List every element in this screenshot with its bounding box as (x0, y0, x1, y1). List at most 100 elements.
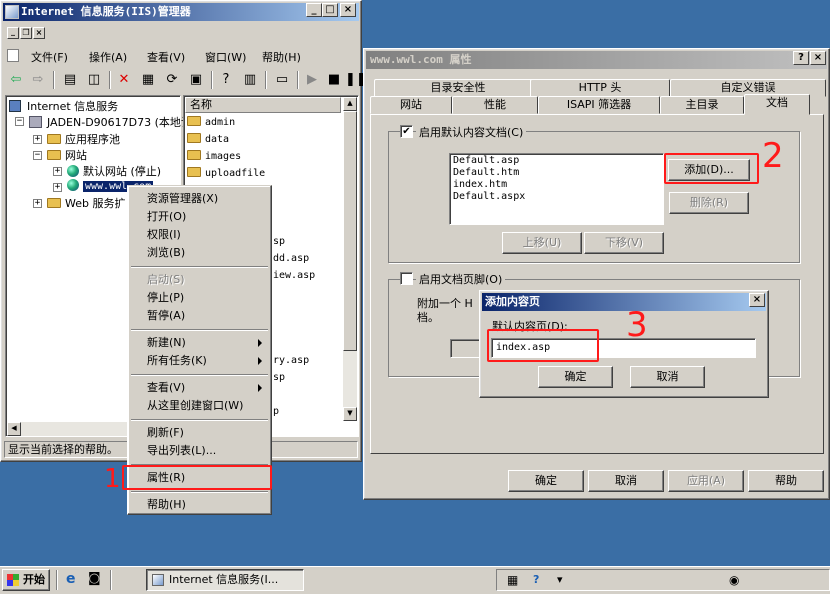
maximize-button[interactable]: □ (322, 3, 338, 17)
list-vscrollbar[interactable]: ▲ ▼ (343, 97, 357, 421)
default-doc-item[interactable]: Default.htm (453, 167, 519, 178)
list-item-partial[interactable]: p (273, 406, 279, 417)
up-folder-icon[interactable]: ▤ (61, 71, 79, 89)
add-dialog-close-button[interactable]: × (749, 293, 765, 307)
menu-item-new-window[interactable]: 从这里创建窗口(W) (131, 397, 268, 415)
menu-item-all-tasks[interactable]: 所有任务(K) (131, 352, 268, 370)
list-item[interactable]: uploadfile (187, 166, 265, 179)
tab-http-headers[interactable]: HTTP 头 (530, 79, 670, 97)
tree-default-site[interactable]: 默认网站 (停止) (67, 163, 161, 179)
tree-collapse-toggle[interactable]: − (33, 151, 42, 160)
tree-web-ext[interactable]: Web 服务扩 (47, 195, 125, 211)
mdi-restore-button[interactable]: ❐ (20, 27, 32, 39)
show-tree-icon[interactable]: ◫ (85, 71, 103, 89)
tab-isapi-filters[interactable]: ISAPI 筛选器 (538, 96, 660, 114)
menu-item-new[interactable]: 新建(N) (131, 334, 268, 352)
scroll-thumb[interactable] (343, 111, 357, 351)
move-down-button[interactable]: 下移(V) (584, 232, 664, 254)
default-doc-item[interactable]: index.htm (453, 179, 507, 190)
menu-item-export-list[interactable]: 导出列表(L)... (131, 442, 268, 460)
tab-documents[interactable]: 文档 (744, 94, 810, 115)
dialog-close-button[interactable]: × (810, 51, 826, 65)
tree-app-pools[interactable]: 应用程序池 (47, 131, 120, 147)
delete-icon[interactable]: ✕ (115, 71, 133, 89)
ie-quicklaunch-icon[interactable]: e (66, 570, 82, 590)
menu-item-permissions[interactable]: 权限(I) (131, 226, 268, 244)
help-icon[interactable]: ? (217, 71, 235, 89)
scroll-up-button[interactable]: ▲ (343, 97, 357, 111)
minimize-button[interactable]: _ (306, 3, 322, 17)
tree-collapse-toggle[interactable]: − (15, 117, 24, 126)
enable-footer-checkbox[interactable] (400, 272, 413, 285)
menu-help[interactable]: 帮助(H) (262, 49, 301, 65)
menu-window[interactable]: 窗口(W) (205, 49, 246, 65)
menu-item-start[interactable]: 启动(S) (131, 271, 268, 289)
mdi-minimize-button[interactable]: _ (7, 27, 19, 39)
start-button[interactable]: 开始 (2, 569, 50, 591)
ok-button[interactable]: 确定 (508, 470, 584, 492)
list-item-partial[interactable]: sp (273, 236, 285, 247)
menu-file[interactable]: 文件(F) (31, 49, 68, 65)
computer-icon[interactable]: ▭ (273, 71, 291, 89)
tree-expand-toggle[interactable]: + (53, 183, 62, 192)
console-icon[interactable]: ▥ (241, 71, 259, 89)
properties-title-bar[interactable]: www.wwl.com 属性 (366, 51, 827, 69)
cancel-button[interactable]: 取消 (588, 470, 664, 492)
menu-item-refresh[interactable]: 刷新(F) (131, 424, 268, 442)
tray-app-icon[interactable]: ◉ (729, 571, 745, 591)
help-button[interactable]: 帮助 (748, 470, 824, 492)
default-doc-item[interactable]: Default.asp (453, 155, 519, 166)
menu-item-open[interactable]: 打开(O) (131, 208, 268, 226)
menu-item-pause[interactable]: 暂停(A) (131, 307, 268, 325)
tab-home-directory[interactable]: 主目录 (660, 96, 744, 114)
list-header[interactable]: 名称 (185, 97, 341, 113)
remove-doc-button[interactable]: 删除(R) (669, 192, 749, 214)
mdi-close-button[interactable]: × (33, 27, 45, 39)
refresh-icon[interactable]: ⟳ (163, 71, 181, 89)
enable-default-doc-label[interactable]: 启用默认内容文档(C) (416, 124, 527, 140)
help-tray-icon[interactable]: ? (533, 571, 549, 591)
scroll-left-button[interactable]: ◀ (7, 422, 21, 436)
tree-root[interactable]: Internet 信息服务 (9, 98, 118, 114)
default-doc-item[interactable]: Default.aspx (453, 191, 525, 202)
menu-item-view[interactable]: 查看(V) (131, 379, 268, 397)
enable-default-doc-checkbox[interactable]: ✔ (400, 125, 413, 138)
tree-expand-toggle[interactable]: + (33, 135, 42, 144)
taskbar-task-iis[interactable]: Internet 信息服务(I... (146, 569, 304, 591)
menu-action[interactable]: 操作(A) (89, 49, 127, 65)
play-icon[interactable]: ▶ (303, 71, 321, 89)
volume-tray-icon[interactable]: ▾ (557, 571, 569, 591)
tree-server[interactable]: JADEN-D90617D73 (本地计 (29, 114, 192, 130)
context-help-button[interactable]: ? (793, 51, 809, 65)
tab-directory-security[interactable]: 目录安全性 (374, 79, 542, 97)
close-button[interactable]: × (340, 3, 356, 17)
tree-sites[interactable]: 网站 (47, 147, 87, 163)
tab-performance[interactable]: 性能 (452, 96, 538, 114)
tree-expand-toggle[interactable]: + (33, 199, 42, 208)
menu-view[interactable]: 查看(V) (147, 49, 185, 65)
explorer-quicklaunch-icon[interactable]: ◙ (88, 570, 104, 590)
tree-expand-toggle[interactable]: + (53, 167, 62, 176)
menu-item-help[interactable]: 帮助(H) (131, 496, 268, 514)
back-icon[interactable]: ⇦ (7, 71, 25, 89)
properties-icon[interactable]: ▦ (139, 71, 157, 89)
pause-icon[interactable]: ❚❚ (345, 71, 367, 89)
list-item-partial[interactable]: sp (273, 372, 285, 383)
list-item[interactable]: images (187, 149, 241, 162)
move-up-button[interactable]: 上移(U) (502, 232, 582, 254)
list-item-partial[interactable]: iew.asp (273, 270, 315, 281)
list-item-partial[interactable]: ry.asp (273, 355, 309, 366)
scroll-down-button[interactable]: ▼ (343, 407, 357, 421)
list-item[interactable]: data (187, 132, 229, 145)
add-dialog-title-bar[interactable]: 添加内容页 (482, 293, 766, 311)
stop-icon[interactable]: ■ (325, 71, 343, 89)
add-dialog-ok-button[interactable]: 确定 (538, 366, 613, 388)
export-icon[interactable]: ▣ (187, 71, 205, 89)
list-item-partial[interactable]: dd.asp (273, 253, 309, 264)
add-dialog-cancel-button[interactable]: 取消 (630, 366, 705, 388)
menu-item-stop[interactable]: 停止(P) (131, 289, 268, 307)
tab-website[interactable]: 网站 (370, 96, 452, 114)
list-item[interactable]: admin (187, 115, 235, 128)
apply-button[interactable]: 应用(A) (668, 470, 744, 492)
forward-icon[interactable]: ⇨ (29, 71, 47, 89)
